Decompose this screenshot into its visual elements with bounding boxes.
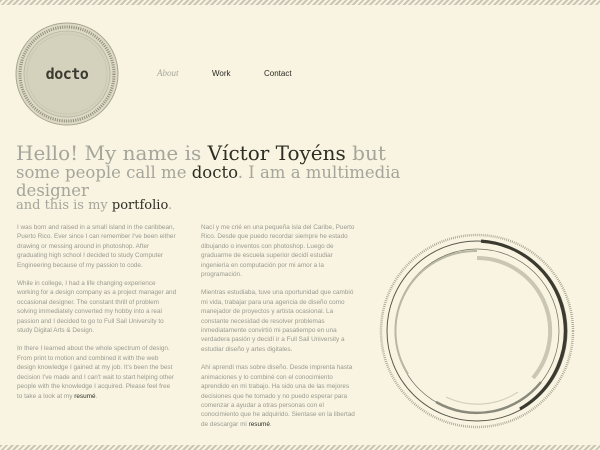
hero-nickname: docto: [191, 163, 238, 183]
nav-contact[interactable]: Contact: [264, 69, 292, 78]
hero-line-3: and this is my portfolio.: [16, 199, 476, 213]
bio-text: Ahí aprendí mas sobre diseño. Desde impr…: [201, 364, 355, 428]
hero-text: some people call me: [16, 163, 192, 183]
top-stripe: [0, 0, 600, 5]
hero-name: Víctor Toyéns: [207, 141, 346, 165]
portfolio-link[interactable]: portfolio: [112, 198, 168, 213]
arc-mid: [435, 381, 542, 415]
decorative-rings: [379, 233, 575, 429]
hero-text: Hello! My name is: [16, 141, 208, 165]
bio-paragraph: Mientras estudiaba, tuve una oportunidad…: [201, 289, 354, 353]
bio-paragraph: Ahí aprendí mas sobre diseño. Desde impr…: [201, 363, 361, 429]
bio-english: I was born and raised in a small island …: [17, 223, 177, 410]
resume-link[interactable]: resumé: [74, 393, 95, 400]
bottom-stripe: [0, 445, 600, 450]
arc-faint: [445, 391, 519, 405]
bio-text: .: [269, 420, 272, 428]
main-nav: About Work Contact: [0, 68, 600, 82]
bio-text: In there I learned about the whole spect…: [17, 345, 174, 400]
arc-dark: [480, 239, 567, 411]
hero-line-2: some people call me docto. I am a multim…: [16, 164, 476, 199]
hero-heading: Hello! My name is Víctor Toyéns but some…: [16, 141, 476, 213]
arc-pale: [476, 255, 553, 380]
ring-dotted: [379, 233, 575, 429]
nav-work[interactable]: Work: [212, 69, 231, 78]
nav-about[interactable]: About: [157, 68, 179, 78]
hero-text: but: [345, 141, 386, 165]
bio-paragraph: Nací y me crié en una pequeña isla del C…: [201, 224, 355, 279]
bio-paragraph: In there I learned about the whole spect…: [17, 344, 177, 400]
hero-text: and this is my: [16, 198, 112, 214]
hero-text: .: [168, 198, 173, 214]
bio-paragraph: I was born and raised in a small island …: [17, 224, 176, 269]
hero-line-1: Hello! My name is Víctor Toyéns but: [16, 141, 476, 165]
bio-text: .: [95, 392, 98, 400]
bio-spanish: Nací y me crié en una pequeña isla del C…: [201, 223, 361, 438]
resume-link-es[interactable]: resumé: [249, 421, 270, 428]
arc-light: [394, 249, 478, 375]
bio-paragraph: While in college, I had a life changing …: [17, 280, 177, 335]
